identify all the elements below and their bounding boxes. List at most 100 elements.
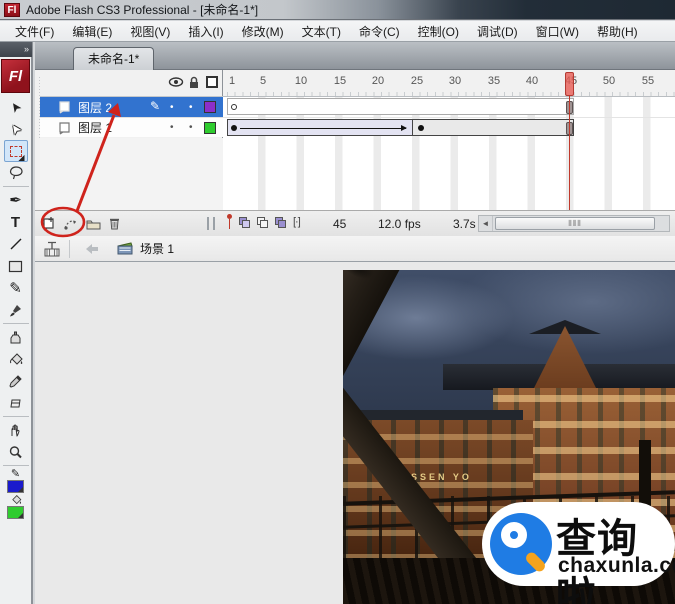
paint-bucket-tool[interactable] (4, 348, 28, 370)
visibility-dot[interactable]: • (170, 122, 174, 133)
menu-help[interactable]: 帮助(H) (588, 21, 647, 42)
subselection-arrow-icon: ➤ (6, 120, 25, 138)
lock-dot[interactable]: • (189, 102, 193, 113)
menu-debug[interactable]: 调试(D) (468, 21, 527, 42)
pen-tool[interactable]: ✒ (4, 189, 28, 211)
flash-app-window: Fl Adobe Flash CS3 Professional - [未命名-1… (0, 0, 675, 604)
stroke-color-swatch[interactable] (7, 480, 24, 493)
layer-row-2[interactable]: 图层 2 ✎ • • (40, 97, 223, 117)
insert-layer-button[interactable] (41, 216, 57, 231)
insert-folder-button[interactable] (85, 217, 102, 231)
delete-layer-button[interactable] (108, 216, 121, 231)
show-hide-icon[interactable] (168, 76, 184, 88)
eyedropper-tool[interactable] (4, 370, 28, 392)
selection-arrow-icon: ➤ (6, 98, 25, 116)
layer-outline-color[interactable] (204, 122, 216, 134)
timeline-toggle-icon[interactable] (43, 241, 61, 257)
timeline-bottom-bar: [·] 45 12.0 fps 3.7s ◄ ⦀⦀⦀ (35, 210, 675, 236)
watermark-magnifier-handle (523, 550, 548, 574)
rectangle-tool[interactable] (4, 255, 28, 277)
edit-multiple-frames-button[interactable] (275, 216, 286, 228)
lock-dot[interactable]: • (189, 122, 193, 133)
fill-color-swatch[interactable] (7, 506, 24, 519)
zoom-tool[interactable] (4, 441, 28, 463)
frame-rate-readout[interactable]: 12.0 fps (378, 217, 421, 231)
selection-tool[interactable]: ➤ (4, 96, 28, 118)
ruler-number: 40 (525, 75, 539, 87)
onion-skin-outlines-button[interactable] (257, 216, 268, 228)
fill-bucket-icon (11, 495, 21, 505)
pencil-tool[interactable]: ✎ (4, 277, 28, 299)
lock-icon[interactable] (188, 76, 200, 89)
app-icon: Fl (4, 2, 20, 17)
ruler-number: 20 (371, 75, 385, 87)
playhead[interactable] (565, 72, 574, 96)
ruler-number: 10 (294, 75, 308, 87)
watermark-logo-disc (490, 513, 552, 575)
menu-control[interactable]: 控制(O) (409, 21, 468, 42)
line-tool[interactable] (4, 233, 28, 255)
eraser-tool[interactable] (4, 392, 28, 414)
visibility-dot[interactable]: • (170, 102, 174, 113)
scene-clapboard-icon (117, 242, 133, 255)
lasso-icon (9, 166, 23, 180)
onion-skin-button[interactable] (239, 216, 250, 228)
frame-span[interactable] (227, 119, 574, 136)
timeline-horizontal-scrollbar[interactable]: ◄ ⦀⦀⦀ (478, 215, 670, 232)
text-tool[interactable]: T (4, 211, 28, 233)
keyframe-icon (231, 125, 237, 131)
document-tab[interactable]: 未命名-1* (73, 47, 155, 70)
stage-area[interactable]: HAESSEN YO 查询啦 chaxunla.com (35, 262, 675, 604)
scene-name[interactable]: 场景 1 (140, 240, 174, 257)
eraser-icon (10, 399, 21, 407)
bottom-bar-grip[interactable] (207, 217, 215, 230)
ink-bottle-tool[interactable] (4, 326, 28, 348)
menu-modify[interactable]: 修改(M) (233, 21, 293, 42)
free-transform-tool[interactable] (3, 140, 28, 162)
stroke-color-control[interactable]: ✎ (7, 469, 24, 493)
modify-onion-markers-button[interactable]: [·] (293, 216, 301, 228)
menu-text[interactable]: 文本(T) (293, 21, 350, 42)
subselection-tool[interactable]: ➤ (4, 118, 28, 140)
scroll-left-arrow[interactable]: ◄ (479, 216, 493, 231)
menu-window[interactable]: 窗口(W) (527, 21, 588, 42)
tools-panel: » Fl ➤ ➤ ✒ T ✎ (0, 42, 33, 604)
ruler-number: 30 (448, 75, 462, 87)
line-icon (10, 238, 21, 250)
layer-name[interactable]: 图层 1 (78, 119, 112, 136)
fill-color-control[interactable] (7, 494, 24, 519)
menu-commands[interactable]: 命令(C) (350, 21, 409, 42)
frame-span[interactable] (227, 98, 574, 115)
scrollbar-thumb[interactable]: ⦀⦀⦀ (495, 217, 655, 230)
free-transform-icon (9, 145, 25, 162)
frames-row-layer-1[interactable] (223, 117, 675, 137)
ruler-number: 25 (410, 75, 424, 87)
hand-icon (11, 423, 20, 437)
menu-bar: 文件(F) 编辑(E) 视图(V) 插入(I) 修改(M) 文本(T) 命令(C… (0, 21, 675, 42)
center-frame-button[interactable] (227, 214, 232, 230)
lasso-tool[interactable] (4, 162, 28, 184)
frames-grid[interactable]: 1 5 10 15 20 25 30 35 40 45 50 55 (223, 70, 675, 210)
timeline-panel: 图层 2 ✎ • • 图层 1 • • 1 5 10 15 20 25 30 3… (35, 70, 675, 236)
menu-edit[interactable]: 编辑(E) (63, 21, 121, 42)
layer-name[interactable]: 图层 2 (78, 99, 112, 116)
layer-list-empty-area (40, 138, 223, 210)
brush-tool[interactable] (4, 299, 28, 321)
add-motion-guide-button[interactable] (63, 216, 79, 231)
menu-insert[interactable]: 插入(I) (179, 21, 232, 42)
stroke-pencil-icon: ✎ (10, 468, 21, 480)
pen-icon: ✒ (9, 191, 22, 209)
panel-collapse-chevrons[interactable]: » (0, 42, 32, 57)
rectangle-icon (8, 260, 23, 272)
menu-view[interactable]: 视图(V) (121, 21, 179, 42)
layer-row-1[interactable]: 图层 1 • • (40, 117, 223, 137)
back-arrow-icon[interactable] (84, 243, 100, 255)
outline-view-icon[interactable] (206, 76, 218, 88)
playhead-line (569, 96, 570, 210)
timeline-ruler[interactable]: 1 5 10 15 20 25 30 35 40 45 50 55 (223, 70, 675, 97)
layer-page-icon (59, 122, 70, 135)
frames-row-layer-2[interactable] (223, 97, 675, 117)
layer-outline-color[interactable] (204, 101, 216, 113)
hand-tool[interactable] (4, 419, 28, 441)
menu-file[interactable]: 文件(F) (6, 21, 63, 42)
